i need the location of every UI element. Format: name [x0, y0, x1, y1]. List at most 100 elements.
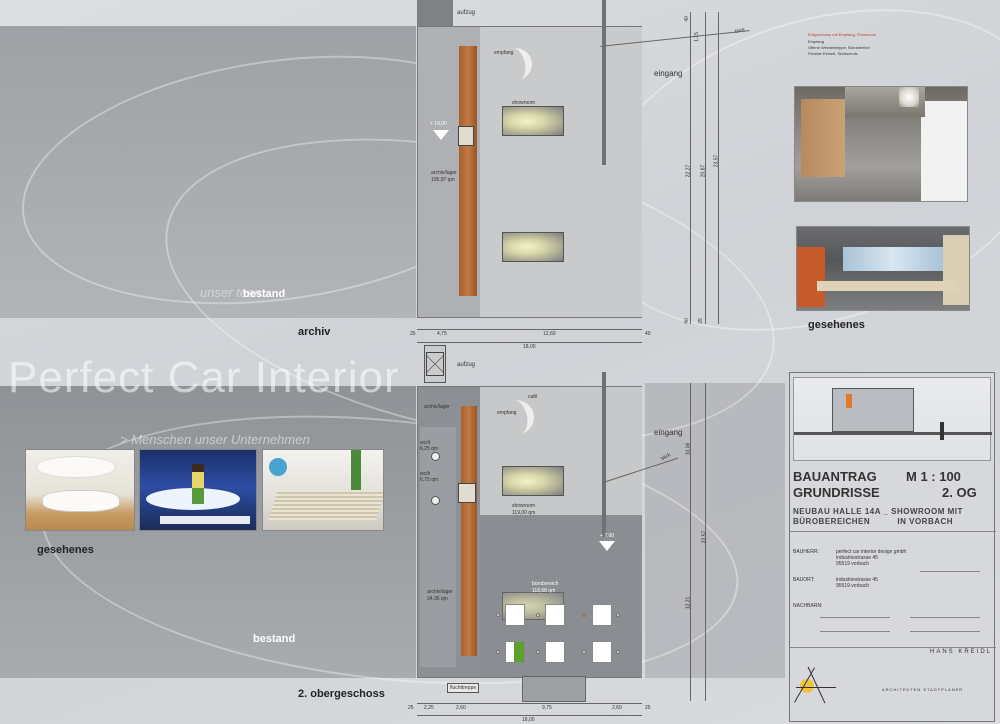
dim-text: 4,75 [437, 331, 447, 337]
tb-bauort-line: 95519 vorbach [836, 583, 870, 589]
plan-bottom-wc2: wc/h 6,75 qm [420, 471, 439, 483]
plan-bottom-showroom-area: 119,00 qm [512, 510, 536, 516]
plan-top-level: + 10,00 [430, 121, 447, 127]
dim-line [690, 383, 691, 701]
tb-bauherr-label: BAUHERR: [793, 549, 819, 555]
entrance-wall-bottom [602, 372, 606, 537]
tb-architect-sub: ARCHITEKTEN STADTPLANER [882, 687, 964, 692]
office-chair [536, 650, 540, 654]
plan-top-archiv: archiv/lager [431, 170, 457, 176]
entrance-wall-top [602, 0, 606, 165]
ghost-subtitle: > Menschen unser Unternehmen [120, 432, 310, 447]
section-drawing [793, 377, 992, 461]
dim-text: 12,60 [543, 331, 556, 337]
aufzug-cross [426, 352, 444, 376]
label-gesehenes-left: gesehenes [37, 544, 94, 556]
dim-text: 12,21 [685, 596, 692, 610]
photo-element [943, 235, 969, 305]
tb-architect: HANS KREIDL [930, 649, 993, 655]
photo-element [268, 490, 383, 520]
office-desk [545, 641, 565, 663]
dim-text: 20,87 [700, 164, 707, 178]
dim-text: 25 [410, 331, 416, 337]
credits-line: Empfang [808, 39, 825, 44]
tb-project-1: NEUBAU HALLE 14A _ SHOWROOM MIT [793, 507, 963, 516]
plan-bottom-eingang: eingang [654, 428, 683, 437]
office-desk [545, 604, 565, 626]
wood-wall-top [459, 46, 477, 296]
dim-line [417, 715, 642, 716]
tb-divider [790, 647, 996, 648]
section-figure [940, 422, 944, 440]
label-bestand-bottom: bestand [253, 633, 296, 645]
stair-bottom [458, 483, 476, 503]
tb-divider [820, 617, 890, 618]
plan-bottom-fluchttreppe: fluchttreppe [447, 683, 480, 693]
tb-divider [820, 631, 890, 632]
office-chair [616, 650, 620, 654]
tb-bauantrag: BAUANTRAG [793, 469, 877, 484]
credits-line: Offene Wendeltreppe, Bürobereich [808, 45, 870, 50]
plan-bottom-wc1: wc/d 6,25 qm [420, 440, 439, 452]
dim-text: 22,27 [685, 164, 692, 178]
wc-fixture [431, 452, 440, 461]
plan-bottom-cafe: café [528, 394, 538, 400]
dim-text: 2,60 [612, 705, 622, 711]
section-floor [794, 432, 992, 435]
dim-text: 25 [408, 705, 414, 711]
plan-bottom-showroom: showroom [512, 503, 536, 509]
dim-text: 2,25 [424, 705, 434, 711]
dim-line [718, 12, 719, 324]
logo-line [796, 687, 836, 688]
dim-text: 25 [645, 705, 651, 711]
dim-text: 18,00 [522, 717, 535, 723]
title-block: BAUANTRAG M 1 : 100 GRUNDRISSE 2. OG NEU… [789, 372, 996, 722]
plan-bottom-archiv-area: 34,36 qm [427, 596, 448, 602]
photo-element [817, 281, 957, 291]
tb-nachbarn-label: NACHBARN: [793, 603, 823, 609]
office-desk [505, 604, 525, 626]
tb-divider [920, 571, 980, 572]
tb-grundrisse: GRUNDRISSE [793, 485, 880, 500]
label-gesehenes-right: gesehenes [808, 319, 865, 331]
photo-element [42, 490, 120, 512]
tb-og: 2. OG [942, 485, 977, 500]
label-bestand-top: bestand [243, 288, 286, 300]
dim-line [417, 703, 642, 704]
level-marker-bottom [599, 541, 615, 551]
dim-text: 25 [697, 318, 704, 324]
office-chair [582, 613, 586, 617]
fluchttreppe-block [522, 676, 586, 702]
dim-text: 40 [683, 318, 690, 324]
dim-text: 9,75 [542, 705, 552, 711]
ceiling-light-top-1 [502, 106, 564, 136]
photo-element [160, 516, 250, 524]
photo-office-workspace [796, 226, 970, 311]
dim-text: 2,60 [456, 705, 466, 711]
presentation-board: Perfect Car Interior > Menschen unser Un… [0, 0, 1000, 724]
label-archiv: archiv [298, 326, 331, 338]
dim-text: 1,15 [693, 32, 700, 42]
aufzug-block [417, 0, 453, 26]
office-desk-green [505, 641, 525, 663]
plan-bottom-archiv-top: archiv/lager [424, 404, 450, 410]
dim-text: 23,57 [713, 154, 720, 168]
plan-top-aufzug: aufzug [457, 10, 476, 16]
label-obergeschoss: 2. obergeschoss [298, 688, 385, 700]
plan-bottom-empfang: empfang [497, 410, 517, 416]
photo-office-hall [794, 86, 968, 202]
office-chair [616, 613, 620, 617]
plan-bottom-level: + 7,00 [600, 533, 615, 539]
credits-line: Erdgeschoss mit Empfang, Showroom [808, 32, 877, 37]
office-chair [496, 613, 500, 617]
office-chair [496, 650, 500, 654]
ceiling-light-bottom-1 [502, 466, 564, 496]
tb-bauort-label: BAUORT: [793, 577, 815, 583]
tb-divider [910, 631, 980, 632]
plan-top-area: 105,97 qm [431, 177, 455, 183]
plan-bottom-buero-area: 118,68 qm [532, 588, 556, 594]
office-desk [592, 604, 612, 626]
dim-text: 18,00 [523, 344, 536, 350]
plan-top-eingang: eingang [654, 69, 683, 78]
dim-text: 40 [683, 16, 690, 22]
